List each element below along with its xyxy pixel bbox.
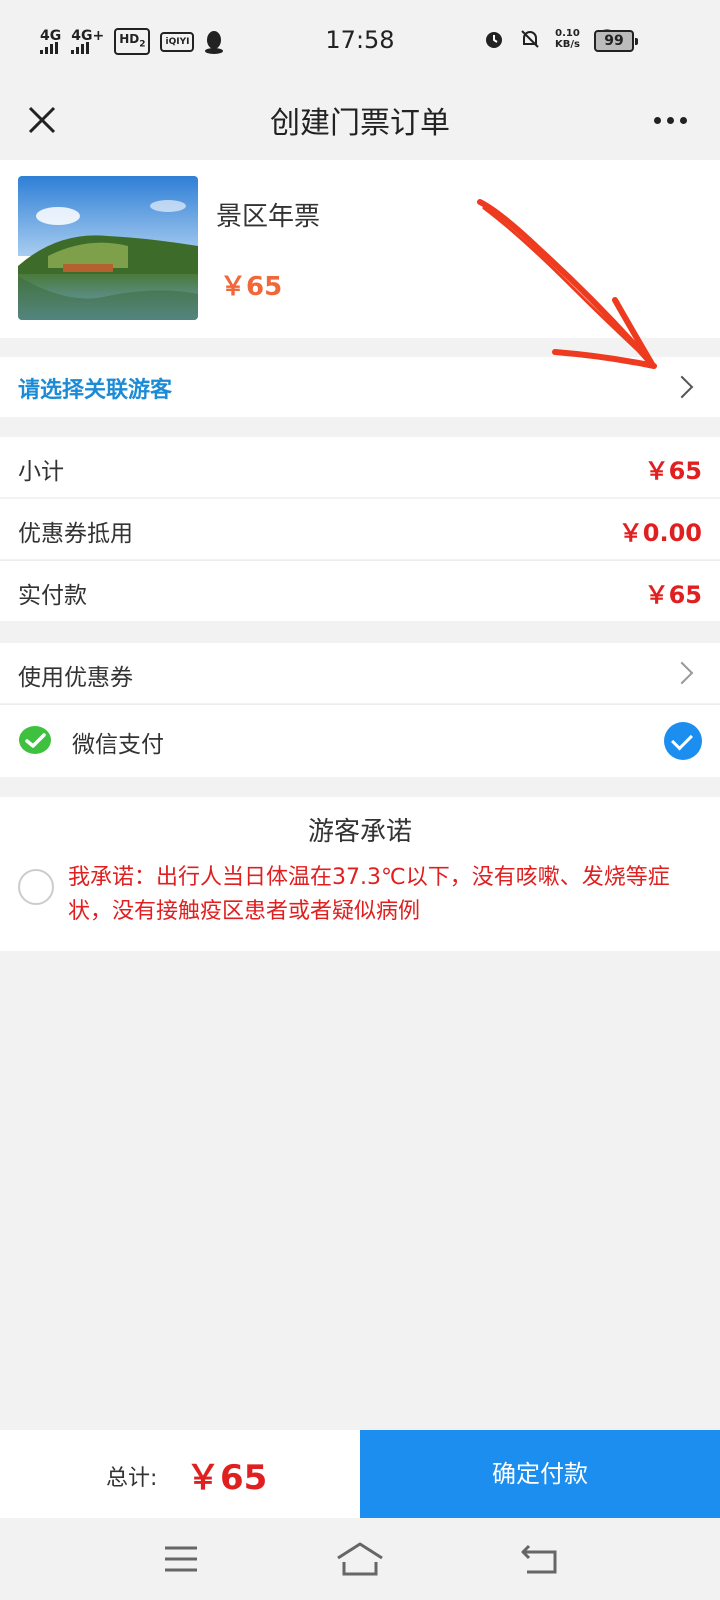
promise-text: 我承诺：出行人当日体温在37.3℃以下，没有咳嗽、发烧等症状，没有接触疫区患者或…: [68, 865, 670, 924]
network-speed: 0.10 KB/s: [555, 28, 580, 50]
more-options-icon[interactable]: [646, 96, 694, 144]
page-title: 创建门票订单: [270, 106, 450, 141]
confirm-payment-button[interactable]: 确定付款: [360, 1430, 720, 1518]
subtotal-label: 小计: [18, 459, 64, 485]
subtotal-row: 小计 ￥65: [0, 437, 720, 497]
product-name: 景区年票: [216, 202, 321, 232]
status-bar: 4G 4G+ HD2 iQIYI 17:58 0.10 KB/s 99: [0, 0, 720, 84]
checkout-footer: 总计: ￥65 确定付款: [0, 1430, 720, 1518]
back-icon[interactable]: [511, 1536, 567, 1582]
nav-bar: 创建门票订单: [0, 84, 720, 156]
wechat-pay-icon: [19, 726, 51, 754]
use-coupon-row[interactable]: 使用优惠券: [0, 643, 720, 703]
actual-payment-row: 实付款 ￥65: [0, 561, 720, 621]
select-visitor-label: 请选择关联游客: [18, 378, 173, 403]
menu-icon[interactable]: [153, 1536, 209, 1582]
actual-payment-label: 实付款: [18, 583, 87, 609]
chevron-right-icon: [670, 661, 694, 685]
visitor-promise-card: 游客承诺 我承诺：出行人当日体温在37.3℃以下，没有咳嗽、发烧等症状，没有接触…: [0, 797, 720, 951]
wechat-pay-label: 微信支付: [72, 732, 164, 758]
actual-payment-value: ￥65: [644, 581, 702, 609]
coupon-deduction-label: 优惠券抵用: [18, 521, 133, 547]
coupon-deduction-row: 优惠券抵用 ￥0.00: [0, 499, 720, 559]
coupon-deduction-value: ￥0.00: [618, 519, 702, 547]
annotation-arrow-icon: [477, 199, 657, 369]
subtotal-value: ￥65: [644, 457, 702, 485]
mute-bell-icon: [521, 30, 539, 48]
total-value: ￥65: [186, 1458, 268, 1498]
system-nav-bar: [0, 1518, 720, 1600]
promise-agree-radio[interactable]: [18, 869, 54, 905]
checked-circle-icon[interactable]: [664, 722, 702, 760]
promise-title: 游客承诺: [307, 817, 412, 847]
wechat-pay-row[interactable]: 微信支付: [0, 705, 720, 777]
total-label: 总计:: [106, 1466, 158, 1491]
use-coupon-label: 使用优惠券: [18, 665, 133, 691]
alarm-icon: [486, 32, 503, 48]
product-thumbnail: [18, 176, 198, 320]
product-price: ￥65: [220, 272, 283, 302]
home-icon[interactable]: [332, 1536, 388, 1582]
battery-icon: 99: [594, 30, 638, 52]
